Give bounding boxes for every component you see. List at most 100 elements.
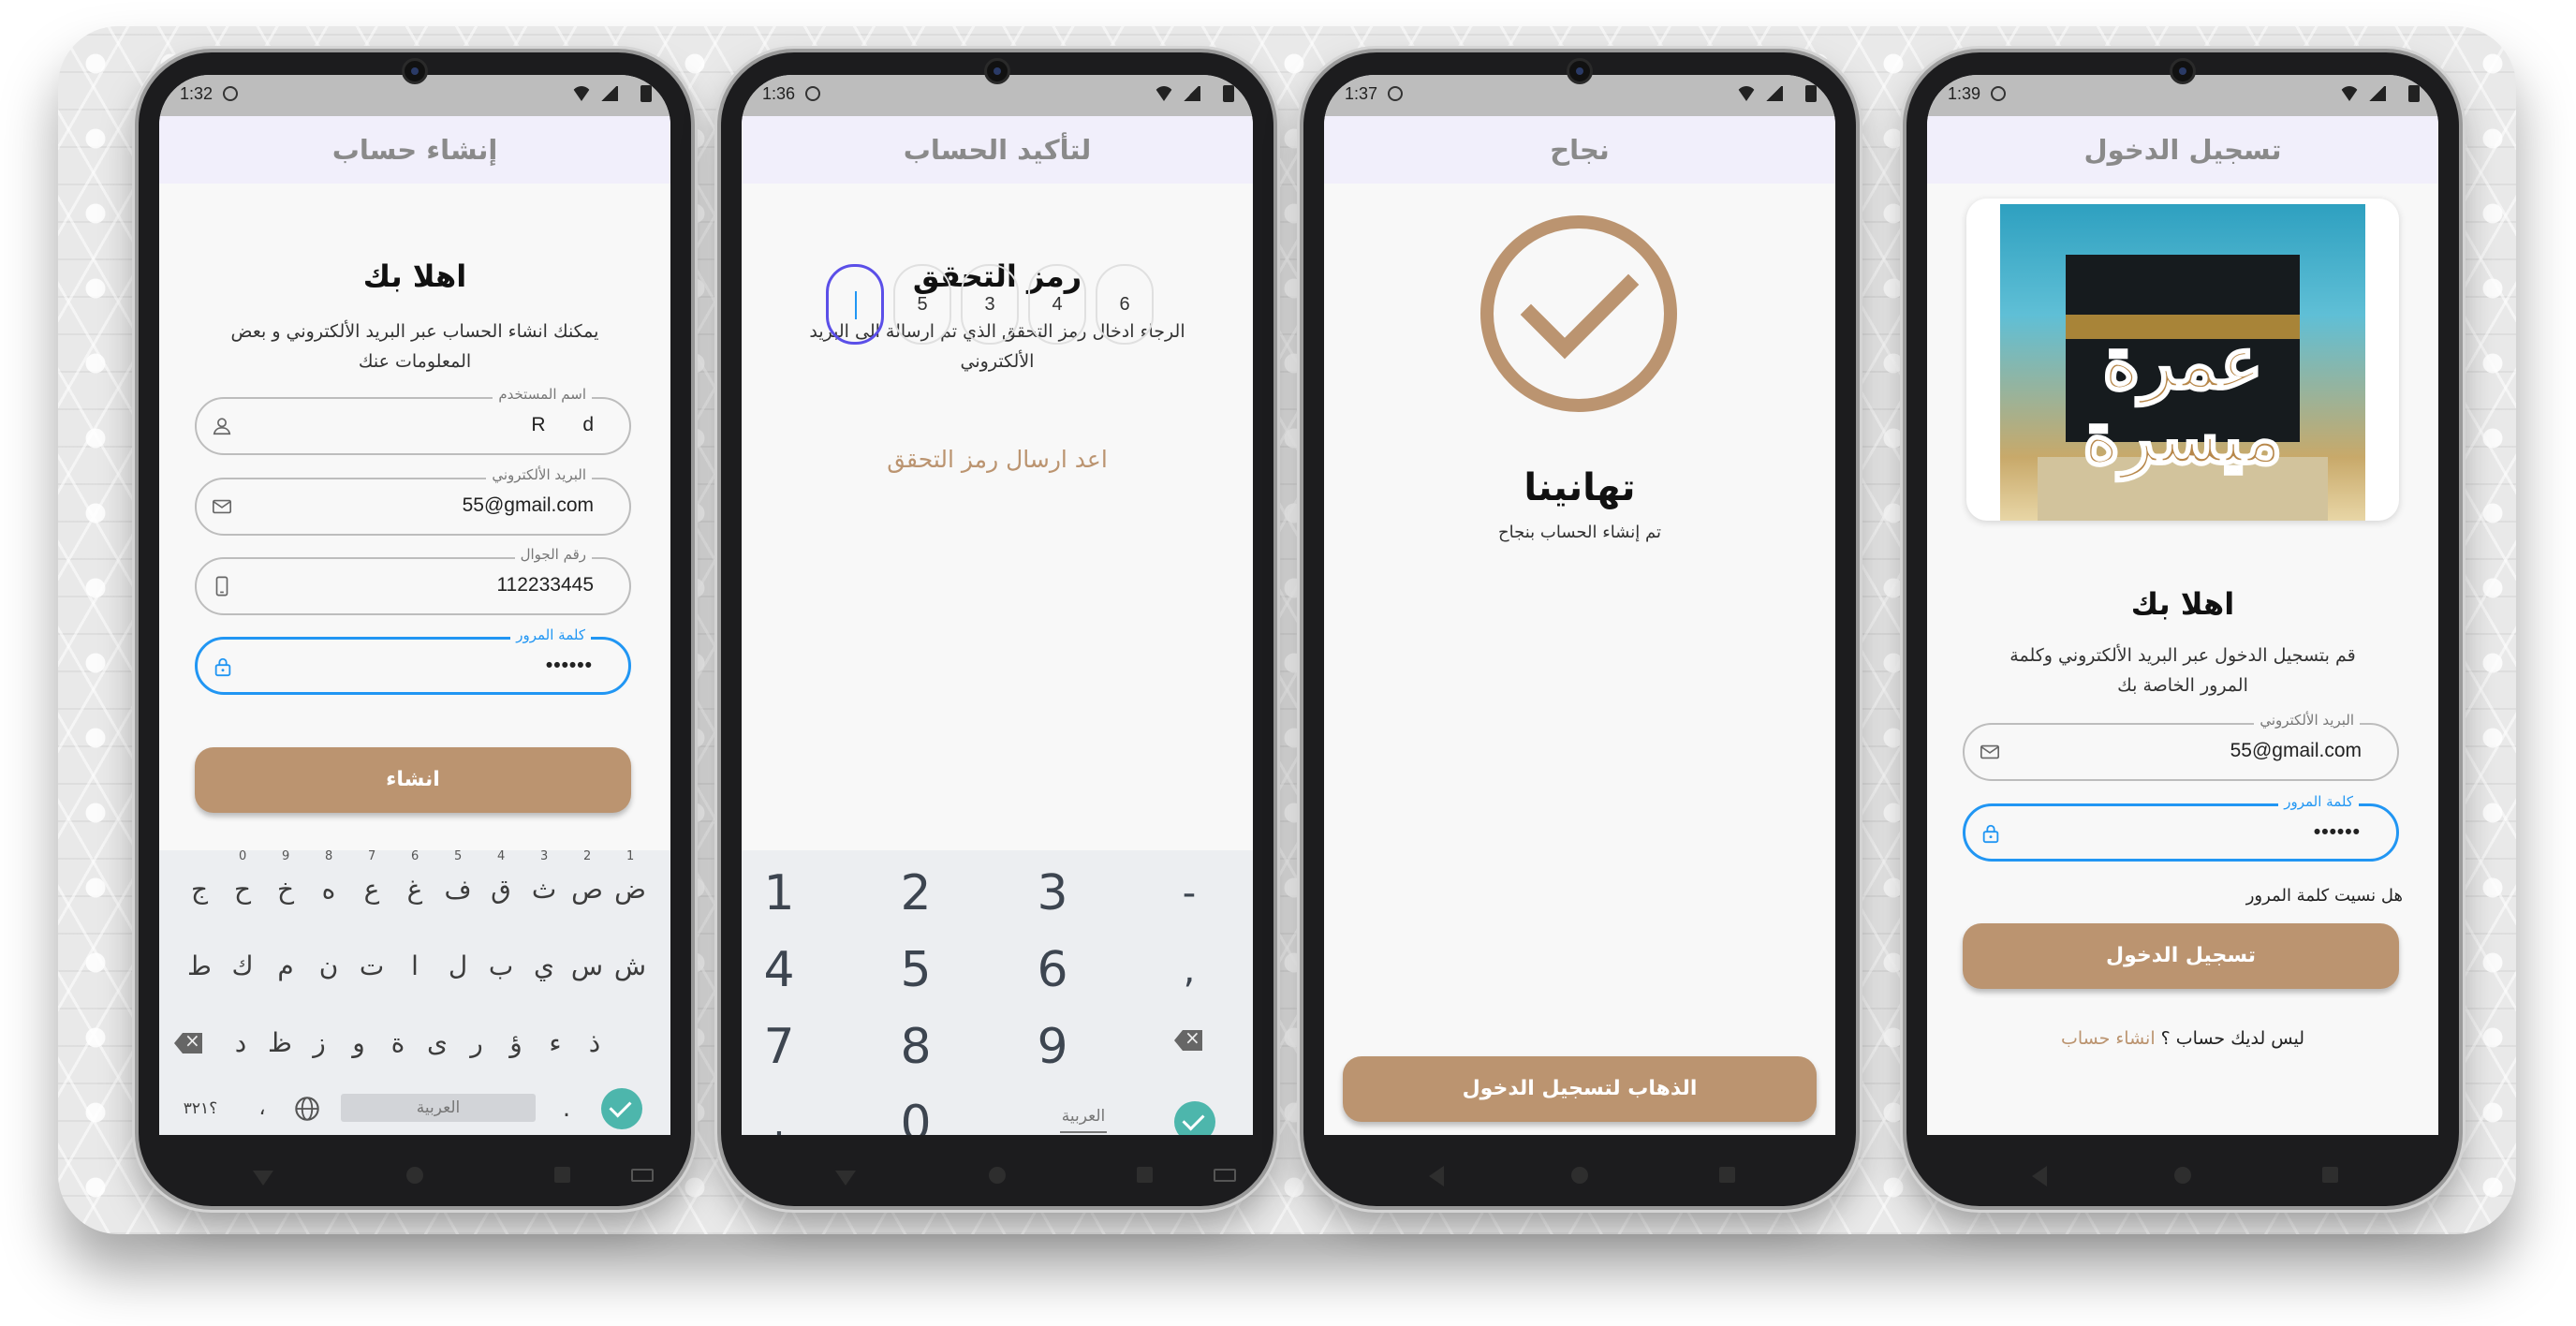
keyboard-key[interactable]: ص2 [566, 850, 609, 918]
keyboard-row-1: ض1ص2ث3ق4ف5غ6ع7ه8خ9ح0ج [159, 850, 670, 918]
keyboard-key[interactable]: س [566, 938, 609, 994]
email-field[interactable]: البريد الألكتروني 55@gmail.com [195, 466, 631, 536]
keyboard-key[interactable]: ب [479, 938, 523, 994]
keyboard-key[interactable]: ط [178, 938, 221, 994]
numpad-key[interactable]: 6 [987, 933, 1118, 1008]
language-key[interactable]: العربية [1060, 1107, 1107, 1133]
numpad-key[interactable]: 3 [987, 856, 1118, 931]
keyboard-key[interactable]: ج [178, 862, 221, 918]
keyboard-key[interactable]: ا [393, 938, 436, 994]
congrats-heading: تهانينا [1524, 466, 1636, 509]
numpad-key[interactable]: 2 [850, 856, 981, 931]
back-icon[interactable] [2032, 1166, 2047, 1186]
numpad-key[interactable]: 0 [850, 1086, 981, 1135]
keyboard-key[interactable]: ض1 [609, 850, 652, 918]
space-bar[interactable]: العربية [341, 1094, 536, 1122]
recents-icon[interactable] [1719, 1167, 1735, 1183]
recents-icon[interactable] [2322, 1167, 2338, 1183]
keyboard-key[interactable]: ع7 [350, 850, 393, 918]
keyboard-key[interactable]: ث3 [523, 850, 566, 918]
create-account-link[interactable]: انشاء حساب [2061, 1028, 2156, 1049]
keyboard-key[interactable]: ي [523, 938, 566, 994]
back-icon[interactable] [835, 1171, 856, 1186]
numpad-key[interactable]: 1 [742, 856, 845, 931]
go-to-login-button[interactable]: الذهاب لتسجيل الدخول [1343, 1056, 1817, 1122]
numpad-key[interactable]: - [1124, 856, 1253, 931]
keyboard-key[interactable]: ؤ [496, 1015, 536, 1071]
password-label: كلمة المرور [2278, 793, 2359, 810]
keyboard-key[interactable]: ى [418, 1015, 457, 1071]
keyboard-key[interactable]: م [264, 938, 307, 994]
keyboard-key[interactable]: ف5 [436, 850, 479, 918]
create-account-button[interactable]: انشاء [195, 747, 631, 813]
keyboard-switch-icon[interactable] [1214, 1169, 1236, 1182]
keyboard-key[interactable]: ء [536, 1015, 575, 1071]
enter-check-icon[interactable] [1174, 1101, 1215, 1135]
numpad-key[interactable]: 4 [742, 933, 845, 1008]
numpad-key[interactable]: 8 [850, 1009, 981, 1084]
keyboard-key[interactable]: ق4 [479, 850, 523, 918]
keyboard-row-2: شسيبلاتنمكط [159, 938, 670, 994]
home-icon[interactable] [2174, 1167, 2191, 1184]
otp-digit-box[interactable]: 6 [1096, 264, 1154, 345]
period-key[interactable]: . [552, 1081, 581, 1135]
keyboard-key[interactable]: ل [436, 938, 479, 994]
keyboard-key[interactable]: ظ [260, 1015, 300, 1071]
keyboard-key-label: د [234, 1027, 247, 1058]
keyboard-key[interactable]: ر [457, 1015, 496, 1071]
keyboard-key[interactable]: ة [378, 1015, 418, 1071]
numpad-key[interactable]: , [1124, 933, 1253, 1008]
signal-icon [2367, 86, 2386, 101]
numpad-key[interactable]: 9 [987, 1009, 1118, 1084]
phone-field[interactable]: رقم الجوال 112233445 [195, 546, 631, 615]
camera-cutout [984, 58, 1010, 84]
keyboard-key[interactable]: ت [350, 938, 393, 994]
phone-label: رقم الجوال [514, 546, 592, 563]
keyboard-key[interactable]: ح0 [221, 850, 264, 918]
keyboard-key[interactable]: د [221, 1015, 260, 1071]
recents-icon[interactable] [1137, 1167, 1153, 1183]
otp-digit-box[interactable]: 4 [1028, 264, 1086, 345]
home-icon[interactable] [406, 1167, 423, 1184]
keyboard-key[interactable]: و [339, 1015, 378, 1071]
comma-key[interactable]: ، [245, 1081, 279, 1135]
back-icon[interactable] [1429, 1166, 1444, 1186]
globe-icon[interactable] [294, 1096, 320, 1122]
keyboard-key[interactable]: ك [221, 938, 264, 994]
otp-digit-box[interactable] [826, 264, 884, 345]
login-button[interactable]: تسجيل الدخول [1963, 923, 2399, 989]
username-field[interactable]: اسم المستخدم R d [195, 386, 631, 455]
keyboard-key[interactable]: ش [609, 938, 652, 994]
keyboard-row-3: ذءؤرىةوزظد [159, 1015, 670, 1071]
otp-digit-box[interactable]: 5 [893, 264, 951, 345]
keyboard-key[interactable]: غ6 [393, 850, 436, 918]
numpad-key[interactable]: 5 [850, 933, 981, 1008]
home-icon[interactable] [1571, 1167, 1588, 1184]
password-field[interactable]: كلمة المرور •••••• [195, 626, 631, 695]
keyboard-key-label: خ [276, 874, 295, 905]
phone-verify: 1:36 لتأكيد الحساب رمز التحقق الرجاء ادخ… [721, 52, 1273, 1206]
password-field[interactable]: كلمة المرور •••••• [1963, 793, 2399, 862]
enter-check-icon[interactable] [601, 1088, 642, 1129]
forgot-password-link[interactable]: هل نسيت كلمة المرور [2246, 886, 2403, 906]
keyboard-key-label: ن [318, 950, 339, 981]
lock-icon [214, 657, 231, 677]
numpad-key[interactable]: 7 [742, 1009, 845, 1084]
recents-icon[interactable] [554, 1167, 570, 1183]
resend-code-link[interactable]: اعد ارسال رمز التحقق [742, 446, 1253, 473]
numpad-key[interactable]: . [742, 1086, 845, 1135]
keyboard-switch-icon[interactable] [631, 1169, 654, 1182]
backspace-icon[interactable] [174, 1033, 202, 1053]
symbols-key[interactable]: ؟٣٢١ [172, 1081, 228, 1135]
back-icon[interactable] [253, 1171, 273, 1186]
keyboard-key[interactable]: ن [307, 938, 350, 994]
keyboard-key[interactable]: ه8 [307, 850, 350, 918]
otp-digit-box[interactable]: 3 [961, 264, 1019, 345]
app-logo-card: عمرة ميسرة [1966, 199, 2399, 521]
keyboard-key[interactable]: ز [300, 1015, 339, 1071]
keyboard-key[interactable]: خ9 [264, 850, 307, 918]
home-icon[interactable] [989, 1167, 1006, 1184]
backspace-icon[interactable] [1174, 1030, 1202, 1051]
keyboard-key[interactable]: ذ [575, 1015, 614, 1071]
email-field[interactable]: البريد الألكتروني 55@gmail.com [1963, 712, 2399, 781]
